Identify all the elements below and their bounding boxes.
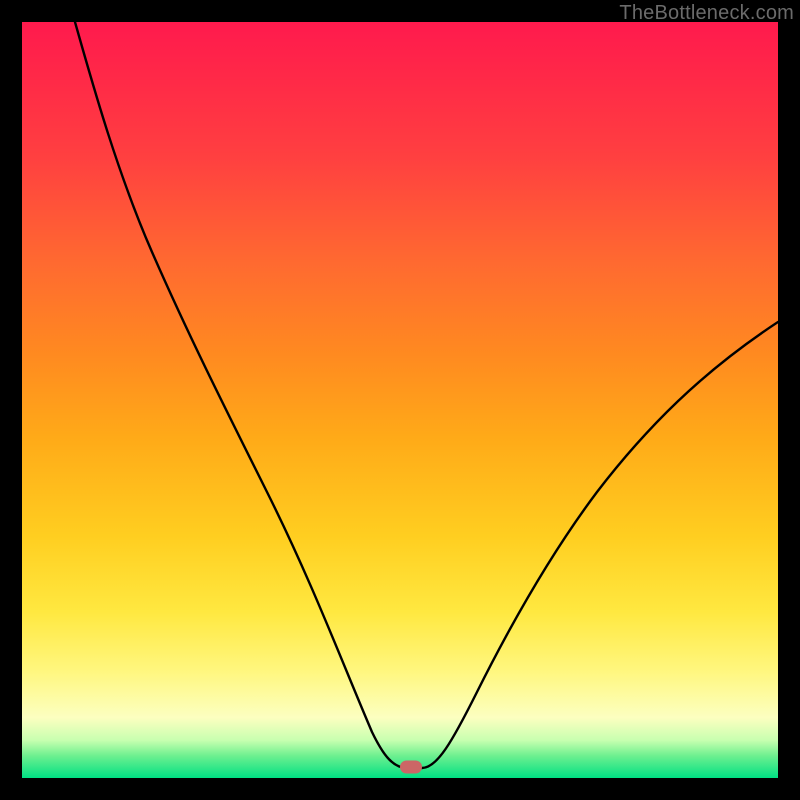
chart-frame: TheBottleneck.com bbox=[0, 0, 800, 800]
curve-path bbox=[75, 22, 778, 768]
watermark-text: TheBottleneck.com bbox=[619, 2, 794, 25]
bottleneck-curve bbox=[22, 22, 778, 778]
plot-area bbox=[22, 22, 778, 778]
optimum-marker bbox=[400, 760, 422, 773]
